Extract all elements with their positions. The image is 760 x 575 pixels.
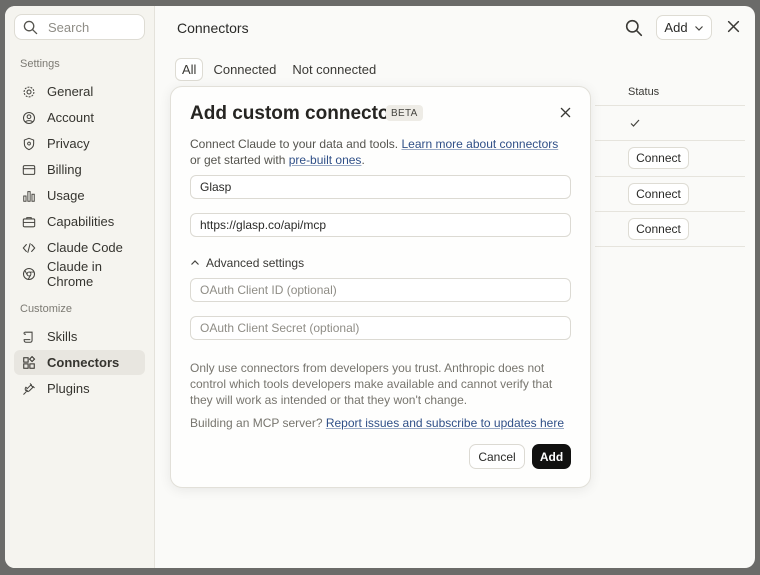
report-issues-link[interactable]: Report issues and subscribe to updates h… xyxy=(326,416,564,430)
advanced-settings-label: Advanced settings xyxy=(206,256,305,270)
sidebar-item-skills[interactable]: Skills xyxy=(14,324,145,349)
close-icon[interactable] xyxy=(560,107,571,118)
sidebar-item-capabilities[interactable]: Capabilities xyxy=(14,209,145,234)
beta-badge: BETA xyxy=(386,105,423,121)
sidebar-item-claude-in-chrome[interactable]: Claude in Chrome xyxy=(14,258,145,289)
desc-text: or get started with xyxy=(190,153,289,167)
add-button-label: Add xyxy=(664,20,688,35)
connector-name-input[interactable] xyxy=(200,180,570,194)
page-title: Connectors xyxy=(177,20,249,36)
connect-button[interactable]: Connect xyxy=(628,183,689,205)
sidebar-item-label: Privacy xyxy=(47,136,90,151)
connector-url-field[interactable] xyxy=(190,213,571,237)
tab-not-connected[interactable]: Not connected xyxy=(286,58,382,81)
chevron-down-icon xyxy=(694,25,703,31)
sidebar-item-label: Claude Code xyxy=(47,240,123,255)
search-icon xyxy=(23,20,38,34)
build-text: Building an MCP server? xyxy=(190,416,326,430)
connector-name-field[interactable] xyxy=(190,175,571,199)
close-icon[interactable] xyxy=(727,20,740,33)
search-placeholder: Search xyxy=(48,19,90,35)
sidebar-item-claude-code[interactable]: Claude Code xyxy=(14,235,145,260)
oauth-client-secret-input[interactable] xyxy=(200,321,570,335)
advanced-settings-toggle[interactable]: Advanced settings xyxy=(190,256,304,270)
sidebar-item-label: Billing xyxy=(47,162,82,177)
table-divider xyxy=(595,140,745,141)
connect-button[interactable]: Connect xyxy=(628,218,689,240)
check-icon xyxy=(630,119,640,127)
sidebar-item-billing[interactable]: Billing xyxy=(14,157,145,182)
table-divider xyxy=(595,176,745,177)
table-divider xyxy=(595,105,745,106)
add-button[interactable]: Add xyxy=(656,15,712,40)
credit-card-icon xyxy=(22,163,36,177)
settings-heading: Settings xyxy=(20,58,60,70)
sidebar-item-label: Skills xyxy=(47,329,78,344)
sidebar-item-usage[interactable]: Usage xyxy=(14,183,145,208)
filter-tabs: All Connected Not connected xyxy=(175,58,382,81)
cancel-button[interactable]: Cancel xyxy=(469,444,525,469)
table-divider xyxy=(595,211,745,212)
oauth-client-secret-field[interactable] xyxy=(190,316,571,340)
user-circle-icon xyxy=(22,111,36,125)
search-box[interactable]: Search xyxy=(14,14,145,40)
sidebar: Search Settings General Account Privacy … xyxy=(5,6,155,568)
gear-icon xyxy=(22,85,36,99)
sidebar-item-label: Account xyxy=(47,110,94,125)
prebuilt-link[interactable]: pre-built ones xyxy=(289,153,362,167)
globe-icon xyxy=(22,267,36,281)
trust-warning: Only use connectors from developers you … xyxy=(190,361,553,407)
search-icon[interactable] xyxy=(625,19,643,37)
sidebar-item-label: Capabilities xyxy=(47,214,115,229)
sidebar-item-label: General xyxy=(47,84,94,99)
sidebar-item-plugins[interactable]: Plugins xyxy=(14,376,145,401)
tab-connected[interactable]: Connected xyxy=(207,58,282,81)
add-connector-dialog: Add custom connector BETA Connect Claude… xyxy=(170,86,591,488)
mcp-server-note: Building an MCP server? Report issues an… xyxy=(190,416,564,430)
blocks-icon xyxy=(22,355,36,370)
connect-button[interactable]: Connect xyxy=(628,147,689,169)
desc-text: Connect Claude to your data and tools. xyxy=(190,137,402,151)
dialog-description: Connect Claude to your data and tools. L… xyxy=(190,136,570,168)
tab-all[interactable]: All xyxy=(175,58,204,81)
chevron-up-icon xyxy=(191,260,199,265)
sidebar-item-general[interactable]: General xyxy=(14,79,145,104)
add-connector-button[interactable]: Add xyxy=(532,444,571,469)
sidebar-item-label: Connectors xyxy=(47,355,120,370)
plug-icon xyxy=(22,382,36,396)
oauth-client-id-field[interactable] xyxy=(190,278,571,302)
sidebar-item-label: Plugins xyxy=(47,381,90,396)
learn-more-link[interactable]: Learn more about connectors xyxy=(401,137,558,151)
shield-icon xyxy=(22,137,36,151)
code-icon xyxy=(22,241,36,255)
sidebar-item-label: Claude in Chrome xyxy=(47,258,102,289)
customize-heading: Customize xyxy=(20,303,72,315)
sidebar-item-connectors[interactable]: Connectors xyxy=(14,350,145,375)
desc-text: . xyxy=(361,153,365,167)
status-column-header: Status xyxy=(628,86,660,98)
oauth-client-id-input[interactable] xyxy=(200,283,570,297)
sidebar-item-privacy[interactable]: Privacy xyxy=(14,131,145,156)
sidebar-item-label: Usage xyxy=(47,188,85,203)
briefcase-icon xyxy=(22,215,36,229)
dialog-title: Add custom connector xyxy=(190,103,397,124)
sidebar-item-account[interactable]: Account xyxy=(14,105,145,130)
table-divider xyxy=(595,246,745,247)
connector-url-input[interactable] xyxy=(200,218,570,232)
bar-chart-icon xyxy=(22,189,36,203)
scroll-icon xyxy=(22,330,36,344)
